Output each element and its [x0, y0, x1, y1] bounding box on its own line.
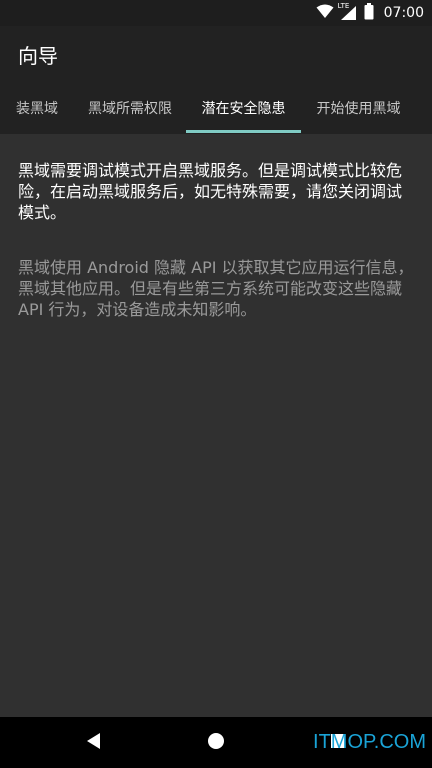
home-icon [207, 732, 225, 754]
back-icon [86, 732, 102, 754]
status-icons: LTE 07:00 [316, 2, 424, 24]
content-area: 黑域需要调试模式开启黑域服务。但是调试模式比较危险，在启动黑域服务后，如无特殊需… [0, 134, 432, 717]
app-bar: 向导 [0, 26, 432, 84]
page-title: 向导 [18, 44, 58, 68]
battery-icon [364, 2, 374, 24]
tab-strip: 装黑域 黑域所需权限 潜在安全隐患 开始使用黑域 [0, 84, 432, 134]
debug-mode-warning-text: 黑域需要调试模式开启黑域服务。但是调试模式比较危险，在启动黑域服务后，如无特殊需… [18, 161, 403, 222]
navigation-bar: ITMOP.COM [0, 717, 432, 768]
tab-indicator [186, 130, 301, 133]
hidden-api-warning-text: 黑域使用 Android 隐藏 API 以获取其它应用运行信息，黑域其他应用。但… [18, 258, 414, 319]
tab-get-started[interactable]: 开始使用黑域 [301, 84, 416, 134]
status-time: 07:00 [383, 5, 424, 21]
tab-install[interactable]: 装黑域 [0, 84, 74, 134]
tab-label: 黑域所需权限 [88, 101, 172, 117]
tab-permissions[interactable]: 黑域所需权限 [74, 84, 186, 134]
tab-label: 开始使用黑域 [316, 101, 401, 117]
back-button[interactable] [76, 725, 112, 761]
home-button[interactable] [198, 725, 234, 761]
tab-security-risks[interactable]: 潜在安全隐患 [186, 84, 301, 134]
screen: LTE 07:00 向导 装黑域 黑域所需权限 潜在安全隐患 开始使用黑域 黑域… [0, 0, 432, 768]
wifi-icon [316, 3, 334, 23]
tab-label: 装黑域 [16, 101, 58, 117]
cell-signal-icon: LTE [337, 2, 358, 21]
tab-label: 潜在安全隐患 [201, 101, 286, 117]
network-type-label: LTE [337, 2, 350, 10]
watermark-logo: ITMOP.COM [313, 731, 426, 753]
status-bar: LTE 07:00 [0, 0, 432, 26]
